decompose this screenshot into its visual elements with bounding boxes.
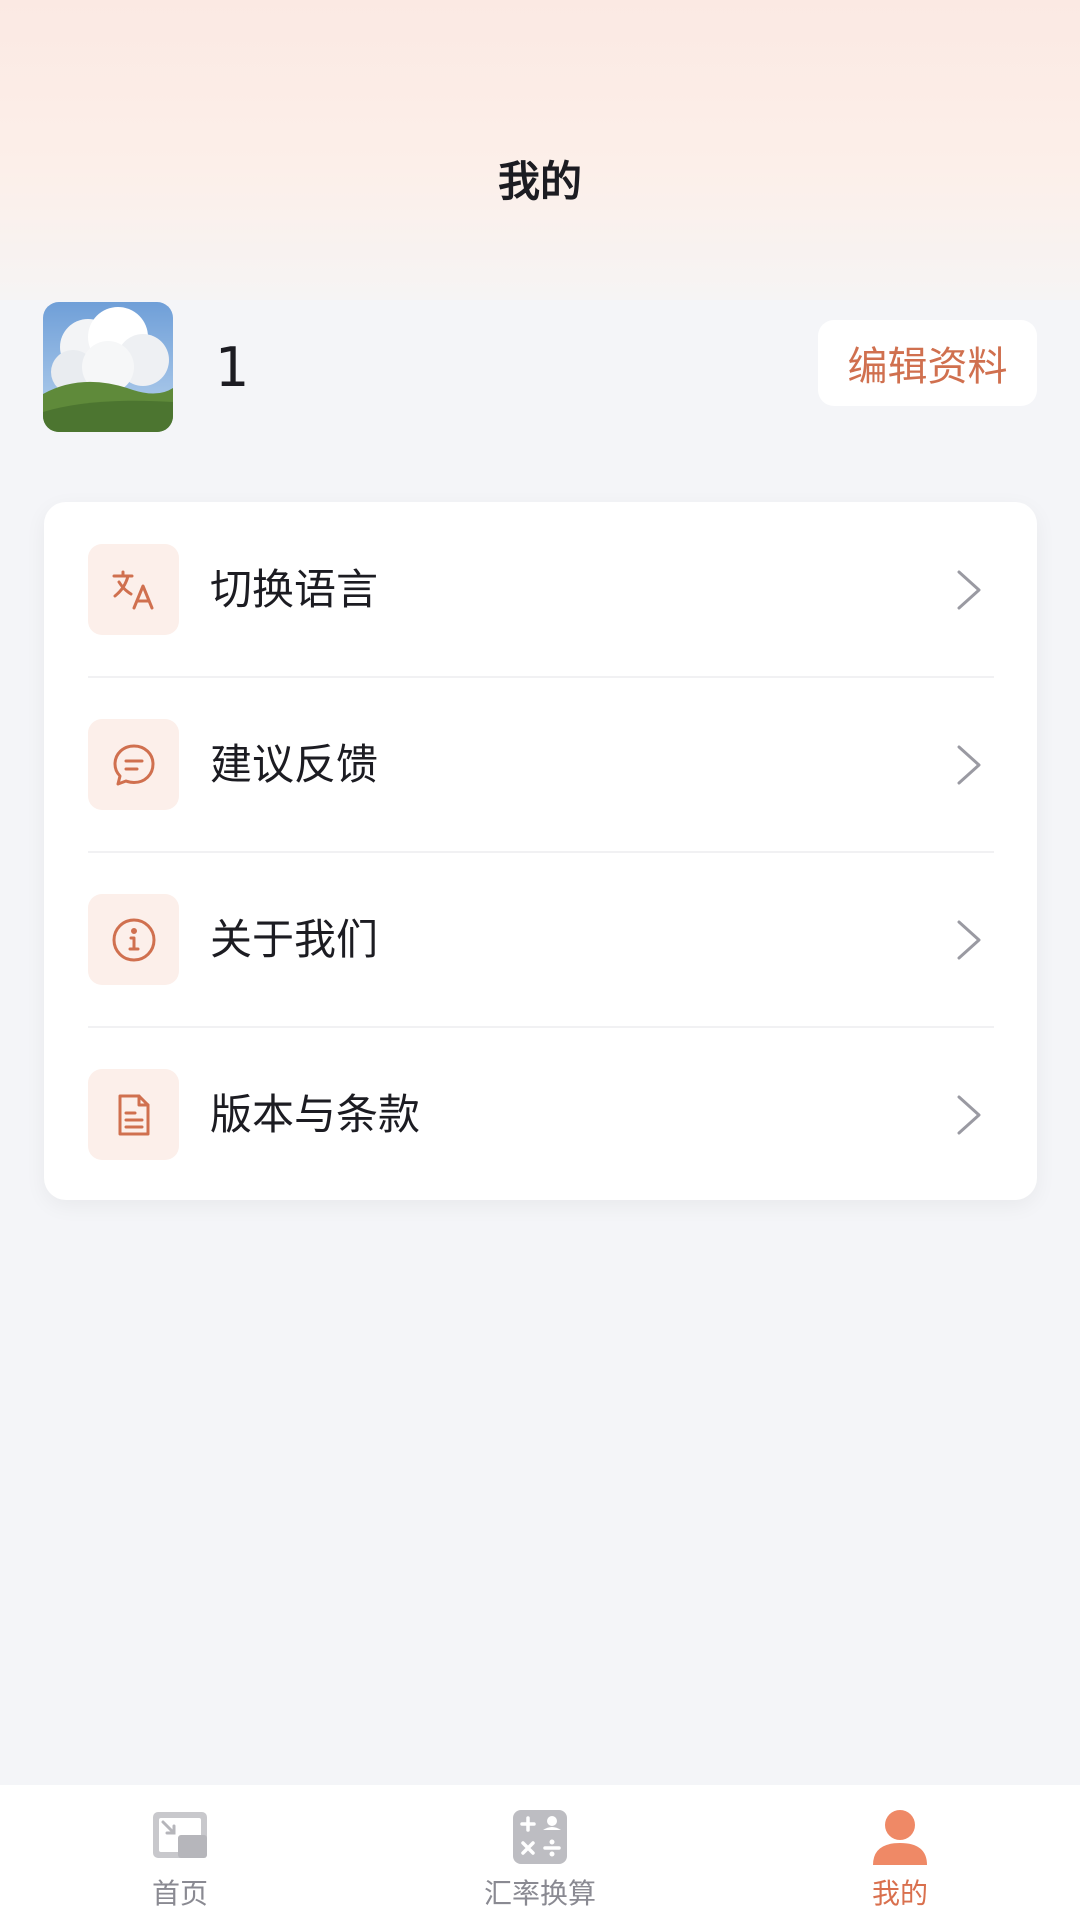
tab-mine[interactable]: 我的: [720, 1785, 1080, 1920]
tab-exchange-rate[interactable]: 汇率换算: [360, 1785, 720, 1920]
tab-label: 我的: [871, 1877, 928, 1910]
tab-label: 首页: [151, 1877, 208, 1910]
menu-item-label: 切换语言: [210, 565, 379, 614]
edit-profile-button[interactable]: 编辑资料: [818, 320, 1037, 406]
home-screen-icon: [153, 1812, 207, 1858]
calculator-icon: [513, 1810, 567, 1864]
chevron-right-icon: [957, 570, 981, 610]
bottom-tab-bar: 首页 汇率换算 我的: [0, 1785, 1080, 1920]
username: 1: [215, 336, 250, 399]
avatar[interactable]: [43, 302, 173, 432]
chat-bubble-icon: [88, 719, 179, 810]
document-icon: [88, 1069, 179, 1160]
menu-item-label: 建议反馈: [210, 740, 379, 789]
menu-item-about[interactable]: 关于我们: [44, 852, 1037, 1027]
header-background: [0, 0, 1080, 300]
menu-item-label: 关于我们: [210, 915, 379, 964]
tab-home[interactable]: 首页: [0, 1785, 360, 1920]
chevron-right-icon: [957, 920, 981, 960]
menu-item-language[interactable]: 切换语言: [44, 502, 1037, 677]
menu-item-label: 版本与条款: [210, 1090, 421, 1139]
menu-item-feedback[interactable]: 建议反馈: [44, 677, 1037, 852]
chevron-right-icon: [957, 745, 981, 785]
menu-card: 切换语言 建议反馈 关于我们 版本与条款: [44, 502, 1037, 1200]
chevron-right-icon: [957, 1095, 981, 1135]
info-icon: [88, 894, 179, 985]
page-title: 我的: [497, 157, 582, 206]
menu-item-terms[interactable]: 版本与条款: [44, 1027, 1037, 1202]
person-icon: [873, 1810, 927, 1865]
tab-label: 汇率换算: [483, 1877, 596, 1910]
translate-icon: [88, 544, 179, 635]
